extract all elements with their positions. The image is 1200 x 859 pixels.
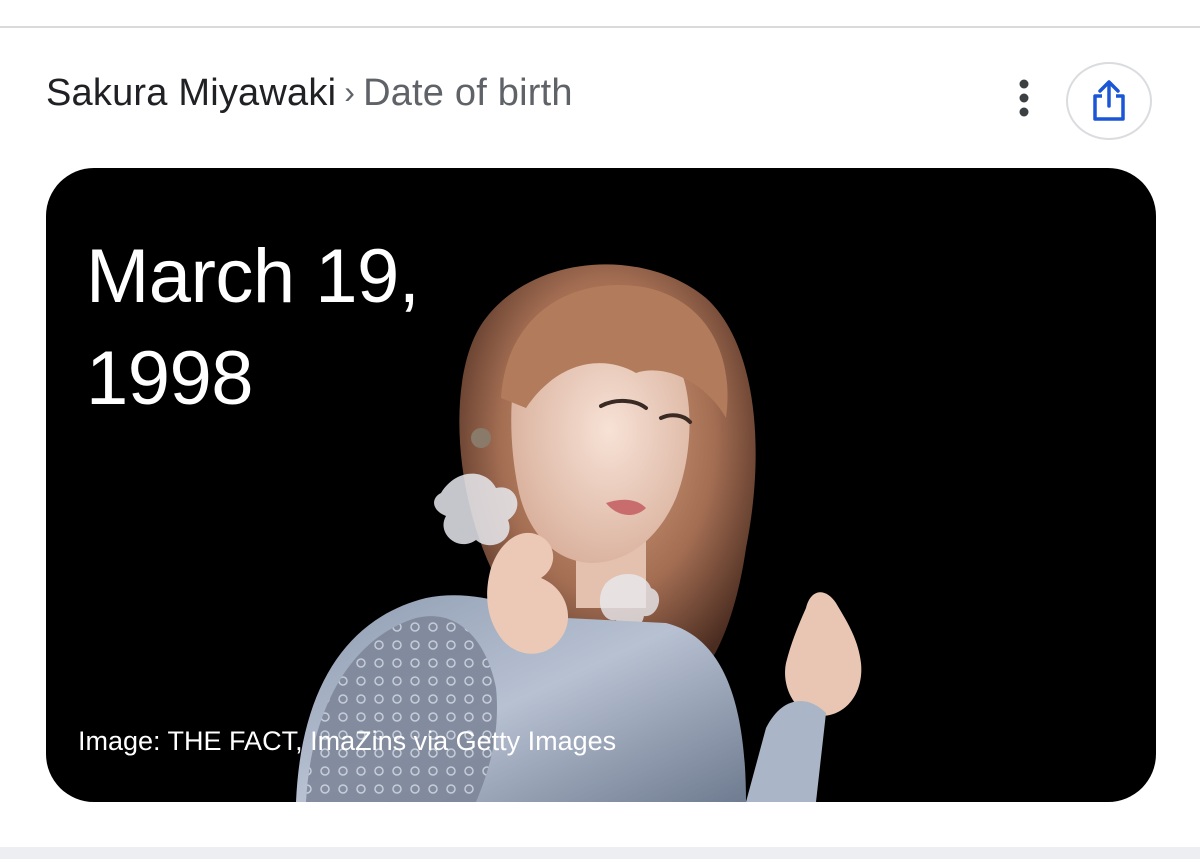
breadcrumb-entity[interactable]: Sakura Miyawaki [46, 72, 336, 114]
more-vert-icon [1019, 79, 1029, 117]
date-of-birth-card[interactable]: March 19, 1998 Image: THE FACT, ImaZins … [46, 168, 1156, 802]
section-separator [0, 847, 1200, 859]
breadcrumb-separator: › [344, 74, 356, 110]
more-options-button[interactable] [1004, 74, 1044, 126]
breadcrumb: Sakura Miyawaki › Date of birth [46, 72, 573, 115]
breadcrumb-attribute: Date of birth [363, 72, 573, 114]
image-credit: Image: THE FACT, ImaZins via Getty Image… [78, 726, 617, 756]
share-icon [1093, 80, 1125, 121]
share-button[interactable] [1066, 62, 1152, 140]
answer-header: Sakura Miyawaki › Date of birth [46, 62, 1156, 142]
top-divider [0, 26, 1200, 28]
date-of-birth-value: March 19, 1998 [86, 234, 420, 421]
